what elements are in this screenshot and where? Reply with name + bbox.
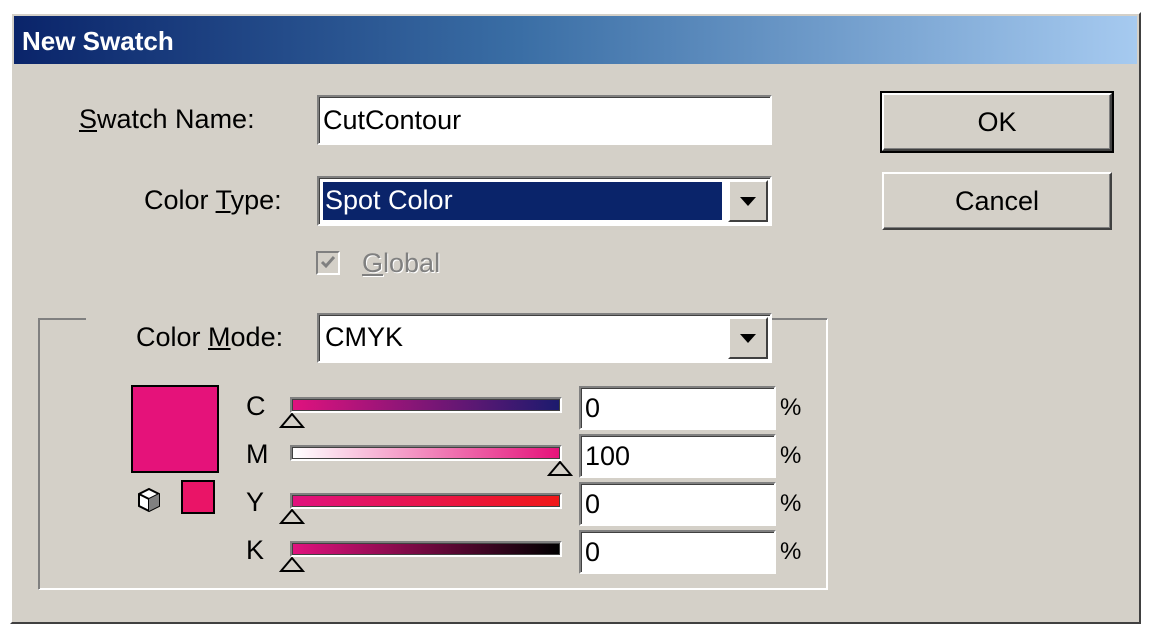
- yellow-slider-thumb[interactable]: [279, 509, 305, 525]
- web-safe-cube-icon[interactable]: [136, 487, 162, 513]
- black-slider-thumb[interactable]: [279, 557, 305, 573]
- global-label: Global: [362, 248, 441, 278]
- out-of-web-gamut-swatch[interactable]: [181, 480, 215, 514]
- color-type-dropdown-button[interactable]: [728, 180, 768, 222]
- channel-label-y: Y: [246, 487, 265, 517]
- checkmark-icon: [320, 256, 336, 269]
- color-preview-swatch: [131, 385, 219, 473]
- channel-label-m: M: [246, 439, 269, 469]
- magenta-value-field[interactable]: [579, 434, 776, 478]
- swatch-name-input[interactable]: [323, 97, 764, 143]
- cyan-percent-label: %: [780, 394, 802, 421]
- color-type-value: Spot Color: [323, 182, 722, 220]
- dialog-title: New Swatch: [22, 26, 174, 56]
- color-mode-label: Color Mode:: [136, 322, 284, 352]
- yellow-slider-track[interactable]: [290, 493, 562, 509]
- global-checkbox[interactable]: [316, 251, 340, 275]
- black-percent-label: %: [780, 538, 802, 565]
- black-value-field[interactable]: [579, 530, 776, 574]
- cyan-slider-thumb[interactable]: [279, 413, 305, 429]
- magenta-percent-label: %: [780, 442, 802, 469]
- magenta-input[interactable]: [585, 436, 768, 476]
- yellow-value-field[interactable]: [579, 482, 776, 526]
- magenta-slider-thumb[interactable]: [547, 461, 573, 477]
- color-type-select[interactable]: Spot Color: [317, 176, 772, 226]
- ok-button[interactable]: OK: [880, 91, 1114, 153]
- cyan-value-field[interactable]: [579, 386, 776, 430]
- black-slider-track[interactable]: [290, 541, 562, 557]
- cancel-button[interactable]: Cancel: [882, 172, 1112, 230]
- channel-label-k: K: [246, 535, 265, 565]
- cyan-input[interactable]: [585, 388, 768, 428]
- color-type-label: Color Type:: [144, 185, 282, 215]
- swatch-name-field[interactable]: [317, 95, 772, 145]
- channel-label-c: C: [246, 391, 266, 421]
- yellow-input[interactable]: [585, 484, 768, 524]
- swatch-name-label: Swatch Name:: [79, 104, 255, 134]
- color-mode-value: CMYK: [325, 322, 404, 352]
- cyan-slider-track[interactable]: [290, 397, 562, 413]
- magenta-slider-track[interactable]: [290, 445, 562, 461]
- color-mode-select[interactable]: CMYK: [317, 313, 772, 363]
- black-input[interactable]: [585, 532, 768, 572]
- yellow-percent-label: %: [780, 490, 802, 517]
- title-bar[interactable]: New Swatch: [14, 16, 1137, 64]
- color-mode-dropdown-button[interactable]: [728, 317, 768, 359]
